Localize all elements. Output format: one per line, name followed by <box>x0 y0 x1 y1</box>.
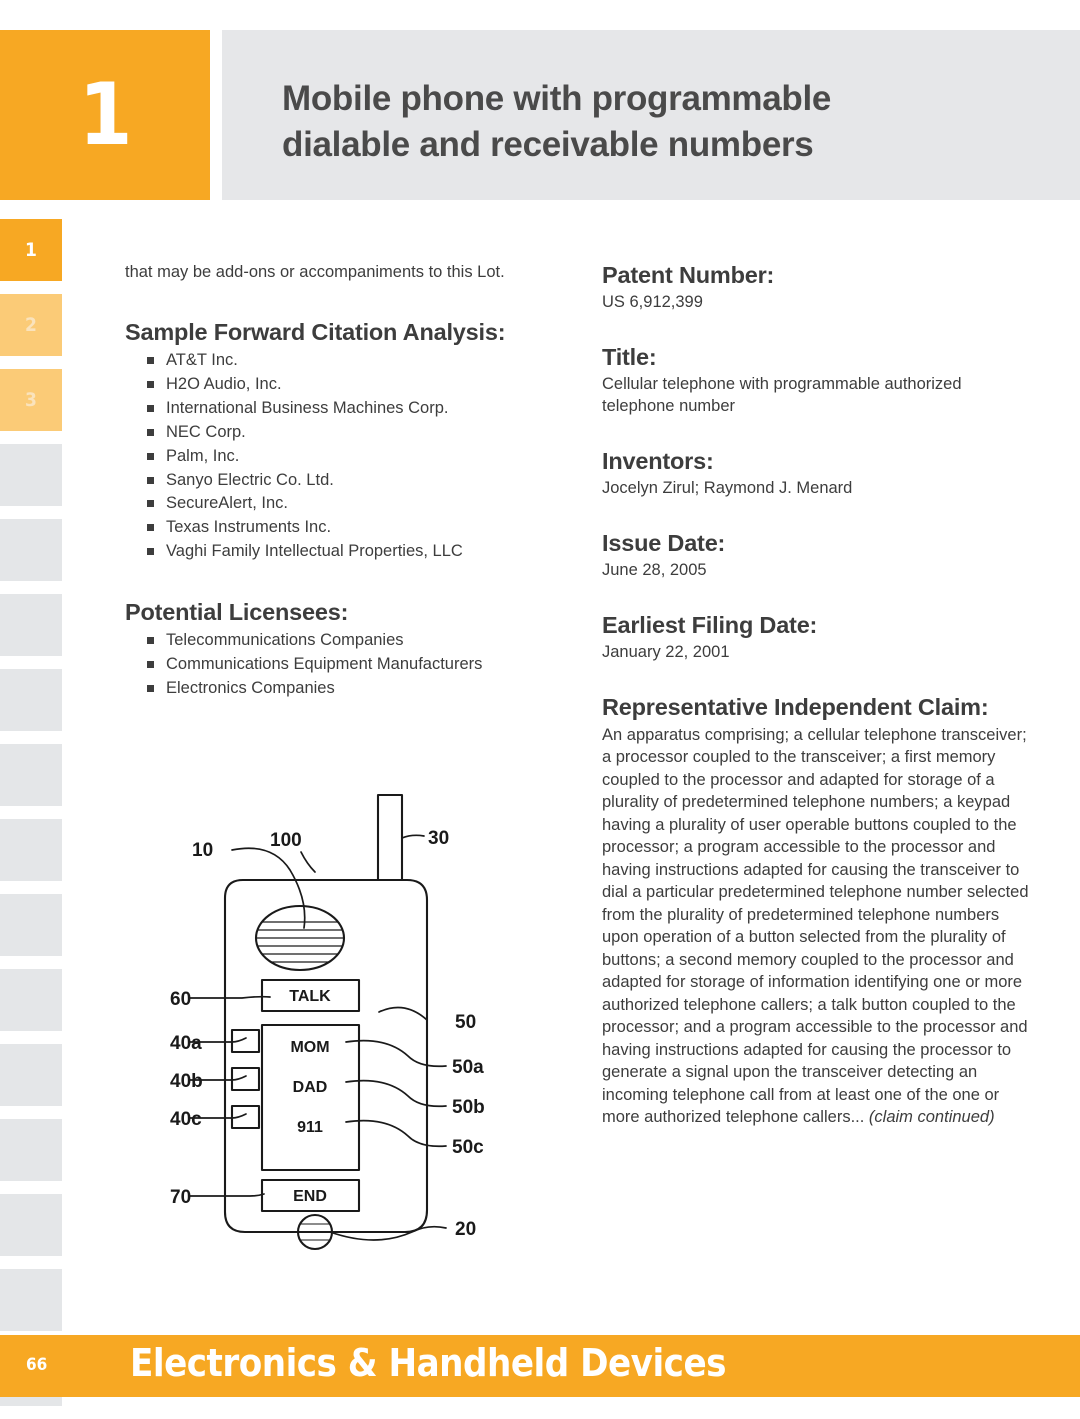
title-heading: Title: <box>602 343 657 370</box>
figure-ref-20: 20 <box>455 1219 476 1240</box>
section-tab-1[interactable]: 1 <box>0 219 62 281</box>
earliest-filing-date-heading: Earliest Filing Date: <box>602 611 818 638</box>
patent-number-heading: Patent Number: <box>602 262 775 288</box>
representative-claim-heading: Representative Independent Claim: <box>602 693 989 720</box>
right-content-column: Patent Number: US 6,912,399 Title: Cellu… <box>602 262 1032 1129</box>
citation-list-item: H2O Audio, Inc. <box>147 373 555 397</box>
header-lot-number: 1 <box>78 65 133 165</box>
licensee-list-item: Telecommunications Companies <box>147 629 555 653</box>
figure-ref-30: 30 <box>428 828 449 849</box>
citation-list-item: Texas Instruments Inc. <box>147 516 555 540</box>
patent-drawing-svg: TALK MOM DAD 911 END 30 10 100 60 50 40a… <box>170 793 485 1251</box>
section-tab-13[interactable] <box>0 1119 62 1181</box>
citation-list-item: SecureAlert, Inc. <box>147 492 555 516</box>
figure-button-mom: MOM <box>290 1039 329 1056</box>
inventors-heading: Inventors: <box>602 447 714 474</box>
section-tab-6[interactable] <box>0 594 62 656</box>
section-tab-10[interactable] <box>0 894 62 956</box>
licensee-list-item: Electronics Companies <box>147 677 555 701</box>
figure-ref-50c: 50c <box>452 1137 484 1158</box>
section-tab-8[interactable] <box>0 744 62 806</box>
section-tab-9[interactable] <box>0 819 62 881</box>
citation-list-item: Palm, Inc. <box>147 445 555 469</box>
section-tab-3[interactable]: 3 <box>0 369 62 431</box>
potential-licensees-heading: Potential Licensees: <box>125 599 349 626</box>
claim-continued-note: (claim continued) <box>868 1108 995 1127</box>
section-tab-7[interactable] <box>0 669 62 731</box>
section-tab-4[interactable] <box>0 444 62 506</box>
citation-analysis-heading: Sample Forward Citation Analysis: <box>125 318 506 345</box>
section-tab-15[interactable] <box>0 1269 62 1331</box>
patent-number-value: US 6,912,399 <box>602 293 703 311</box>
left-content-column: that may be add-ons or accompaniments to… <box>125 262 555 701</box>
figure-ref-10: 10 <box>192 840 213 861</box>
page-footer: 66 Electronics & Handheld Devices <box>0 1335 1080 1397</box>
issue-date-value: June 28, 2005 <box>602 560 707 579</box>
figure-ref-50a: 50a <box>452 1057 484 1078</box>
footer-page-number: 66 <box>26 1355 48 1375</box>
section-tab-rail: 1 2 3 <box>0 219 64 1419</box>
citation-list-item: Vaghi Family Intellectual Properties, LL… <box>147 540 555 564</box>
citation-analysis-list: AT&T Inc. H2O Audio, Inc. International Bu… <box>125 349 555 564</box>
section-tab-2[interactable]: 2 <box>0 294 62 356</box>
figure-ref-60: 60 <box>170 989 191 1010</box>
figure-ref-70: 70 <box>170 1187 191 1208</box>
citation-list-item: NEC Corp. <box>147 421 555 445</box>
inventors-value: Jocelyn Zirul; Raymond J. Menard <box>602 478 853 497</box>
figure-ref-40b: 40b <box>170 1071 203 1092</box>
page-title: Mobile phone with programmable dialable … <box>282 76 1042 167</box>
figure-ref-100: 100 <box>270 830 302 851</box>
representative-claim-body: An apparatus comprising; a cellular tele… <box>602 724 1032 1129</box>
earliest-filing-date-value: January 22, 2001 <box>602 642 730 661</box>
page-title-line1: Mobile phone with programmable <box>282 79 832 118</box>
figure-ref-50b: 50b <box>452 1097 485 1118</box>
citation-list-item: AT&T Inc. <box>147 349 555 373</box>
section-tab-5[interactable] <box>0 519 62 581</box>
intro-paragraph: that may be add-ons or accompaniments to… <box>125 263 505 281</box>
issue-date-heading: Issue Date: <box>602 529 726 556</box>
footer-section-title: Electronics & Handheld Devices <box>130 1341 727 1385</box>
patent-figure: TALK MOM DAD 911 END 30 10 100 60 50 40a… <box>170 780 510 1280</box>
figure-button-911: 911 <box>297 1119 323 1136</box>
citation-list-item: International Business Machines Corp. <box>147 397 555 421</box>
figure-button-talk: TALK <box>289 988 331 1005</box>
figure-ref-50: 50 <box>455 1012 476 1033</box>
page-title-line2: dialable and receivable numbers <box>282 124 814 164</box>
title-value: Cellular telephone with programmable aut… <box>602 374 962 415</box>
figure-button-dad: DAD <box>293 1079 328 1096</box>
claim-text: An apparatus comprising; a cellular tele… <box>602 725 1029 1127</box>
citation-list-item: Sanyo Electric Co. Ltd. <box>147 469 555 493</box>
section-tab-11[interactable] <box>0 969 62 1031</box>
potential-licensees-list: Telecommunications Companies Communicatio… <box>125 629 555 701</box>
figure-ref-40c: 40c <box>170 1109 202 1130</box>
licensee-list-item: Communications Equipment Manufacturers <box>147 653 555 677</box>
section-tab-14[interactable] <box>0 1194 62 1256</box>
page-header: 1 Mobile phone with programmable dialabl… <box>0 30 1080 200</box>
section-tab-12[interactable] <box>0 1044 62 1106</box>
figure-button-end: END <box>293 1188 327 1205</box>
figure-ref-40a: 40a <box>170 1033 202 1054</box>
